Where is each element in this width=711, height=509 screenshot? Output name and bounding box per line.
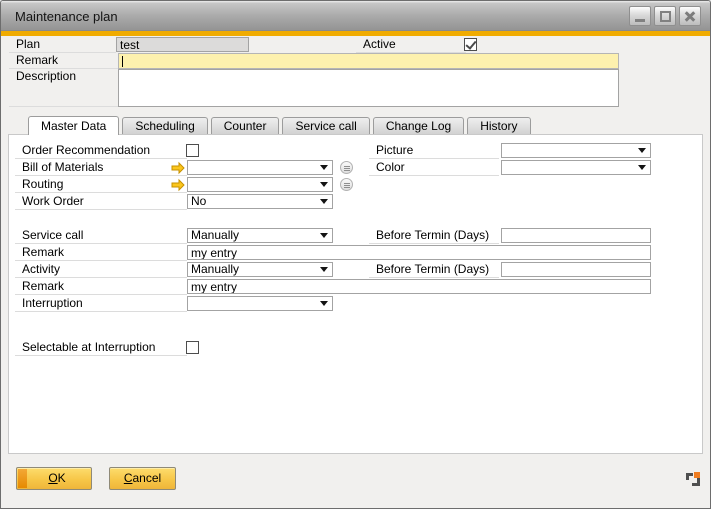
picture-label: Picture	[369, 143, 499, 159]
tab-change-log[interactable]: Change Log	[373, 117, 464, 134]
description-textarea[interactable]	[118, 69, 619, 107]
work-order-dropdown[interactable]: No	[187, 194, 333, 209]
chevron-down-icon	[320, 301, 328, 306]
chevron-down-icon	[320, 165, 328, 170]
close-icon	[685, 11, 696, 22]
chevron-down-icon	[638, 165, 646, 170]
color-label: Color	[369, 160, 499, 176]
order-recommendation-checkbox[interactable]	[186, 144, 199, 157]
minimize-button[interactable]	[629, 6, 651, 26]
service-call-label: Service call	[15, 228, 187, 244]
work-order-label: Work Order	[15, 194, 187, 210]
activity-remark-label: Remark	[15, 279, 187, 295]
close-button[interactable]	[679, 6, 701, 26]
activity-before-termin-label: Before Termin (Days)	[369, 262, 499, 278]
window-controls	[629, 6, 701, 26]
expand-form-icon[interactable]	[684, 470, 702, 488]
tab-master-data[interactable]: Master Data	[28, 116, 119, 135]
service-call-dropdown[interactable]: Manually	[187, 228, 333, 243]
service-remark-input[interactable]	[187, 245, 651, 260]
choose-from-list-icon[interactable]	[340, 178, 353, 191]
window-title: Maintenance plan	[15, 9, 118, 24]
link-arrow-icon[interactable]	[171, 161, 185, 175]
plan-input	[116, 37, 249, 52]
routing-dropdown[interactable]	[187, 177, 333, 192]
service-before-termin-label: Before Termin (Days)	[369, 228, 499, 244]
order-recommendation-label: Order Recommendation	[15, 143, 187, 159]
remark-input[interactable]	[118, 53, 619, 69]
service-before-termin-input[interactable]	[501, 228, 651, 243]
active-label: Active	[356, 37, 466, 53]
chevron-down-icon	[320, 199, 328, 204]
color-dropdown[interactable]	[501, 160, 651, 175]
selectable-at-interruption-label: Selectable at Interruption	[15, 340, 187, 356]
text-caret	[122, 56, 123, 67]
interruption-label: Interruption	[15, 296, 187, 312]
activity-dropdown[interactable]: Manually	[187, 262, 333, 277]
tab-scheduling[interactable]: Scheduling	[122, 117, 207, 134]
choose-from-list-icon[interactable]	[340, 161, 353, 174]
activity-label: Activity	[15, 262, 187, 278]
master-data-panel: Order Recommendation Picture Bill of Mat…	[8, 134, 703, 454]
maintenance-plan-window: Maintenance plan Plan Active Remark Desc…	[0, 0, 711, 509]
plan-label: Plan	[9, 37, 116, 53]
bill-of-materials-dropdown[interactable]	[187, 160, 333, 175]
chevron-down-icon	[320, 267, 328, 272]
maximize-icon	[660, 11, 671, 22]
chevron-down-icon	[320, 233, 328, 238]
minimize-icon	[635, 19, 645, 22]
title-bar: Maintenance plan	[1, 1, 710, 31]
activity-remark-input[interactable]	[187, 279, 651, 294]
routing-label: Routing	[15, 177, 187, 193]
activity-before-termin-input[interactable]	[501, 262, 651, 277]
maximize-button[interactable]	[654, 6, 676, 26]
form-body: Plan Active Remark Description Master Da…	[1, 36, 710, 508]
remark-label: Remark	[9, 53, 118, 69]
tab-service-call[interactable]: Service call	[282, 117, 369, 134]
interruption-dropdown[interactable]	[187, 296, 333, 311]
cancel-button[interactable]: Cancel	[109, 467, 176, 490]
default-button-stripe	[18, 469, 27, 488]
tab-strip: Master Data Scheduling Counter Service c…	[28, 116, 531, 134]
description-label: Description	[9, 69, 118, 107]
picture-dropdown[interactable]	[501, 143, 651, 158]
chevron-down-icon	[320, 182, 328, 187]
active-checkbox[interactable]	[464, 38, 477, 51]
ok-button[interactable]: OK	[16, 467, 92, 490]
tab-history[interactable]: History	[467, 117, 530, 134]
tab-counter[interactable]: Counter	[211, 117, 280, 134]
service-remark-label: Remark	[15, 245, 187, 261]
chevron-down-icon	[638, 148, 646, 153]
link-arrow-icon[interactable]	[171, 178, 185, 192]
selectable-at-interruption-checkbox[interactable]	[186, 341, 199, 354]
bill-of-materials-label: Bill of Materials	[15, 160, 187, 176]
